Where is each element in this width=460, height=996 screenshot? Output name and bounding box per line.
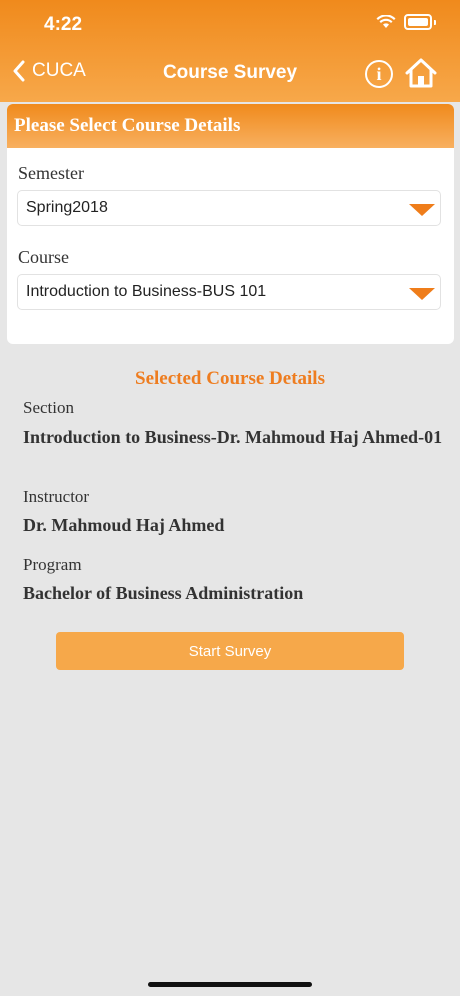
start-survey-button[interactable]: Start Survey bbox=[56, 632, 404, 670]
battery-tip bbox=[434, 19, 436, 25]
battery-icon bbox=[404, 14, 432, 30]
course-label: Course bbox=[18, 247, 69, 267]
semester-select[interactable]: Spring2018 bbox=[17, 190, 441, 226]
dropdown-arrow-icon bbox=[409, 288, 435, 300]
status-icons bbox=[376, 14, 436, 30]
semester-label: Semester bbox=[18, 163, 84, 183]
section-value: Introduction to Business-Dr. Mahmoud Haj… bbox=[23, 427, 443, 447]
card-header: Please Select Course Details bbox=[7, 104, 454, 148]
course-select[interactable]: Introduction to Business-BUS 101 bbox=[17, 274, 441, 310]
status-time: 4:22 bbox=[44, 14, 83, 35]
instructor-value: Dr. Mahmoud Haj Ahmed bbox=[23, 515, 225, 535]
home-icon[interactable] bbox=[404, 57, 438, 89]
course-value: Introduction to Business-BUS 101 bbox=[26, 283, 267, 300]
section-label: Section bbox=[23, 398, 74, 417]
instructor-label: Instructor bbox=[23, 487, 90, 506]
selected-details-title: Selected Course Details bbox=[135, 368, 325, 389]
info-icon[interactable]: i bbox=[365, 60, 393, 88]
home-indicator bbox=[148, 982, 312, 987]
wifi-icon bbox=[376, 15, 396, 28]
program-value: Bachelor of Business Administration bbox=[23, 583, 304, 603]
semester-value: Spring2018 bbox=[26, 199, 108, 216]
program-label: Program bbox=[23, 555, 82, 574]
course-selection-card: Please Select Course Details Semester Sp… bbox=[7, 104, 454, 344]
dropdown-arrow-icon bbox=[409, 204, 435, 216]
app-header: 4:22 CUCA Course Survey i bbox=[0, 0, 460, 102]
